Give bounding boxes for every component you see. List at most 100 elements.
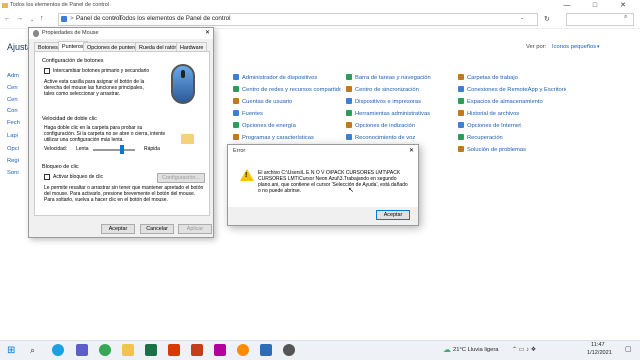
double-click-desc: Haga doble clic en la carpeta para proba… (44, 125, 166, 144)
item-label: Opciones de energía (242, 123, 296, 129)
mouse-cursor-icon: ↖ (348, 187, 354, 194)
media-icon[interactable] (214, 344, 226, 356)
left-item[interactable]: Adm (7, 73, 19, 79)
control-panel-item[interactable]: Administrador de dispositivos (233, 74, 317, 81)
configuration-button[interactable]: Configuración... (157, 173, 205, 183)
search-icon[interactable]: ⌕ (30, 345, 35, 356)
item-label: Cuentas de usuario (242, 99, 293, 105)
item-label: Dispositivos e impresoras (355, 99, 422, 105)
weather-text[interactable]: 21°C Lluvia ligera (453, 347, 499, 353)
speed-slider-thumb[interactable] (120, 145, 125, 154)
clock-time[interactable]: 11:47 (591, 342, 605, 348)
file-explorer-icon[interactable] (122, 344, 134, 356)
item-label: Centro de sincronización (355, 87, 419, 93)
taskbar (0, 340, 640, 360)
item-icon (346, 74, 352, 80)
refresh-icon[interactable]: ↻ (544, 15, 550, 23)
control-panel-item[interactable]: Opciones de indización (346, 122, 415, 129)
control-panel-item[interactable]: Cuentas de usuario (233, 98, 292, 105)
left-item[interactable]: Fech (7, 120, 20, 126)
item-icon (346, 86, 352, 92)
chrome-icon[interactable] (99, 344, 111, 356)
breadcrumb-all-items[interactable]: Todos los elementos de Panel de control (119, 15, 230, 22)
store-icon[interactable] (76, 344, 88, 356)
start-icon[interactable]: ⊞ (7, 345, 15, 356)
left-item[interactable]: Con (7, 108, 18, 114)
test-folder-icon[interactable] (181, 134, 194, 144)
folder-icon (2, 3, 8, 8)
ok-button[interactable]: Aceptar (101, 224, 135, 234)
apply-button[interactable]: Aplicar (178, 224, 212, 234)
tab-panel: Configuración de botones Intercambiar bo… (34, 51, 210, 216)
close-icon[interactable]: ✕ (409, 147, 414, 154)
forward-icon[interactable]: → (16, 15, 23, 22)
minimize-icon[interactable]: — (556, 0, 578, 12)
window-titlebar: Todos los elementos de Panel de control … (0, 0, 640, 12)
view-by-label: Ver por: (526, 44, 547, 50)
left-item[interactable]: Soni (7, 170, 19, 176)
control-panel-item[interactable]: Programas y características (233, 134, 314, 141)
excel-icon[interactable] (145, 344, 157, 356)
control-panel-item[interactable]: Espacios de almacenamiento (458, 98, 543, 105)
error-title: Error (233, 148, 246, 154)
control-panel-item[interactable]: Barra de tareas y navegación (346, 74, 431, 81)
item-icon (458, 98, 464, 104)
notification-icon[interactable]: ▢ (625, 345, 632, 353)
powerpoint-icon[interactable] (191, 344, 203, 356)
control-panel-item[interactable]: Herramientas administrativas (346, 110, 430, 117)
office-icon[interactable] (168, 344, 180, 356)
control-panel-item[interactable]: Centro de sincronización (346, 86, 419, 93)
close-icon[interactable]: ✕ (205, 29, 210, 36)
control-panel-taskbar-icon[interactable] (260, 344, 272, 356)
app-icon[interactable] (237, 344, 249, 356)
click-lock-checkbox[interactable] (44, 174, 50, 180)
control-panel-item[interactable]: Dispositivos e impresoras (346, 98, 421, 105)
view-by-select[interactable]: Iconos pequeños (552, 44, 596, 50)
control-panel-item[interactable]: Conexiones de RemoteApp y Escritorio (458, 86, 566, 93)
control-panel-item[interactable]: Recuperación (458, 134, 503, 141)
control-panel-item[interactable]: Centro de redes y recursos compartidos (233, 86, 341, 93)
item-label: Carpetas de trabajo (467, 75, 518, 81)
item-label: Centro de redes y recursos compartidos (242, 87, 341, 93)
swap-buttons-desc: Active esta casilla para asignar el botó… (44, 79, 145, 98)
control-panel-item[interactable]: Reconocimiento de voz (346, 134, 415, 141)
cancel-button[interactable]: Cancelar (140, 224, 174, 234)
edge-icon[interactable] (52, 344, 64, 356)
chevron-down-icon[interactable]: ▾ (597, 44, 600, 50)
left-item[interactable]: Cen (7, 97, 18, 103)
maximize-icon[interactable]: □ (584, 0, 606, 12)
breadcrumb-sep: > (70, 15, 74, 22)
mouse-properties-dialog: Propiedades de Mouse ✕ Botones Punteros … (28, 27, 214, 238)
settings-icon[interactable] (283, 344, 295, 356)
error-ok-button[interactable]: Aceptar (376, 210, 410, 220)
control-panel-item[interactable]: Opciones de Internet (458, 122, 521, 129)
dropdown-icon[interactable]: ⌄ (30, 17, 34, 23)
control-panel-item[interactable]: Fuentes (233, 110, 263, 117)
up-icon[interactable]: ↑ (40, 15, 44, 22)
item-label: Opciones de Internet (467, 123, 521, 129)
tray-icons[interactable]: ⌃ ▭ ♪ ❖ (512, 346, 536, 353)
clock-date[interactable]: 1/12/2021 (587, 350, 612, 356)
swap-buttons-label: Intercambiar botones primario y secundar… (53, 68, 150, 74)
close-icon[interactable]: ✕ (612, 0, 634, 12)
back-icon[interactable]: ← (4, 15, 11, 22)
left-item[interactable]: Regi (7, 158, 19, 164)
buttons-group-title: Configuración de botones (42, 58, 104, 64)
control-panel-item[interactable]: Opciones de energía (233, 122, 296, 129)
swap-buttons-checkbox[interactable] (44, 68, 50, 74)
left-item[interactable]: Cen (7, 85, 18, 91)
weather-icon: ☁ (443, 345, 451, 354)
control-panel-item[interactable]: Historial de archivos (458, 110, 519, 117)
control-panel-item[interactable]: Carpetas de trabajo (458, 74, 518, 81)
click-lock-group-title: Bloqueo de clic (42, 164, 79, 170)
left-item[interactable]: Lapi (7, 133, 18, 139)
address-dropdown-icon[interactable]: ⌄ (520, 15, 524, 21)
item-label: Espacios de almacenamiento (467, 99, 543, 105)
control-panel-item[interactable]: Solución de problemas (458, 146, 526, 153)
item-icon (233, 110, 239, 116)
search-icon[interactable]: ⌕ (624, 14, 627, 21)
speed-slider-track[interactable] (93, 149, 135, 151)
item-icon (233, 74, 239, 80)
speed-fast-label: Rápida (144, 146, 160, 152)
left-item[interactable]: Opci (7, 146, 19, 152)
